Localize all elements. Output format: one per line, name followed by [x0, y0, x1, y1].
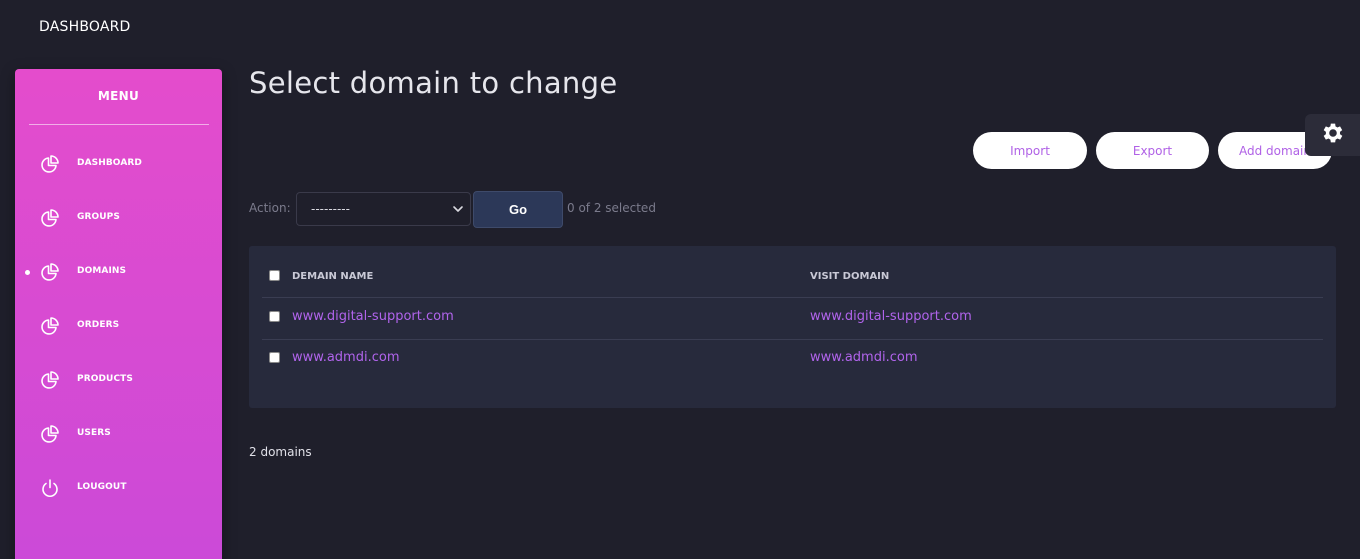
power-icon: [40, 478, 60, 498]
go-button[interactable]: Go: [473, 191, 563, 228]
pie-chart-icon: [40, 154, 60, 174]
row-checkbox[interactable]: [269, 352, 280, 363]
page-title: Select domain to change: [249, 66, 618, 100]
row-divider: [262, 339, 1323, 340]
action-select-value: ---------: [311, 202, 350, 216]
chevron-down-icon: [452, 202, 464, 216]
export-button[interactable]: Export: [1096, 132, 1209, 169]
pie-chart-icon: [40, 316, 60, 336]
sidebar-item-label: DASHBOARD: [77, 158, 142, 168]
active-indicator: [25, 270, 30, 275]
sidebar-item-label: GROUPS: [77, 212, 120, 222]
row-divider: [262, 297, 1323, 298]
sidebar-item-groups[interactable]: GROUPS: [15, 203, 222, 233]
sidebar-item-dashboard[interactable]: DASHBOARD: [15, 149, 222, 179]
column-header-visit-domain: VISIT DOMAIN: [810, 271, 890, 282]
settings-toggle[interactable]: [1305, 114, 1360, 156]
sidebar-item-products[interactable]: PRODUCTS: [15, 365, 222, 395]
action-label: Action:: [249, 201, 291, 215]
sidebar-item-users[interactable]: USERS: [15, 419, 222, 449]
menu-title: MENU: [97, 89, 140, 103]
sidebar-item-label: LOUGOUT: [77, 482, 127, 492]
domains-table: DEMAIN NAME VISIT DOMAIN www.digital-sup…: [249, 246, 1336, 408]
import-button[interactable]: Import: [973, 132, 1087, 169]
sidebar-item-label: PRODUCTS: [77, 374, 133, 384]
sidebar-item-orders[interactable]: ORDERS: [15, 311, 222, 341]
select-all-checkbox[interactable]: [269, 270, 280, 281]
pie-chart-icon: [40, 370, 60, 390]
row-checkbox[interactable]: [269, 311, 280, 322]
sidebar: MENU DASHBOARD GROUPS DOMAINS ORDERS PRO…: [15, 69, 222, 559]
pie-chart-icon: [40, 262, 60, 282]
sidebar-item-label: DOMAINS: [77, 266, 127, 276]
sidebar-item-label: USERS: [77, 428, 111, 438]
result-count: 2 domains: [249, 445, 312, 459]
action-select[interactable]: ---------: [296, 192, 471, 226]
gear-icon: [1320, 120, 1346, 150]
selection-status: 0 of 2 selected: [567, 201, 656, 215]
column-header-domain-name[interactable]: DEMAIN NAME: [292, 271, 373, 282]
pie-chart-icon: [40, 208, 60, 228]
sidebar-item-label: ORDERS: [77, 320, 120, 330]
domain-name-link[interactable]: www.admdi.com: [292, 350, 399, 365]
visit-domain-link[interactable]: www.digital-support.com: [810, 309, 972, 324]
sidebar-item-logout[interactable]: LOUGOUT: [15, 473, 222, 503]
header-title[interactable]: DASHBOARD: [39, 19, 131, 35]
menu-divider: [29, 124, 209, 125]
domain-name-link[interactable]: www.digital-support.com: [292, 309, 454, 324]
visit-domain-link[interactable]: www.admdi.com: [810, 350, 917, 365]
sidebar-item-domains[interactable]: DOMAINS: [15, 257, 222, 287]
pie-chart-icon: [40, 424, 60, 444]
